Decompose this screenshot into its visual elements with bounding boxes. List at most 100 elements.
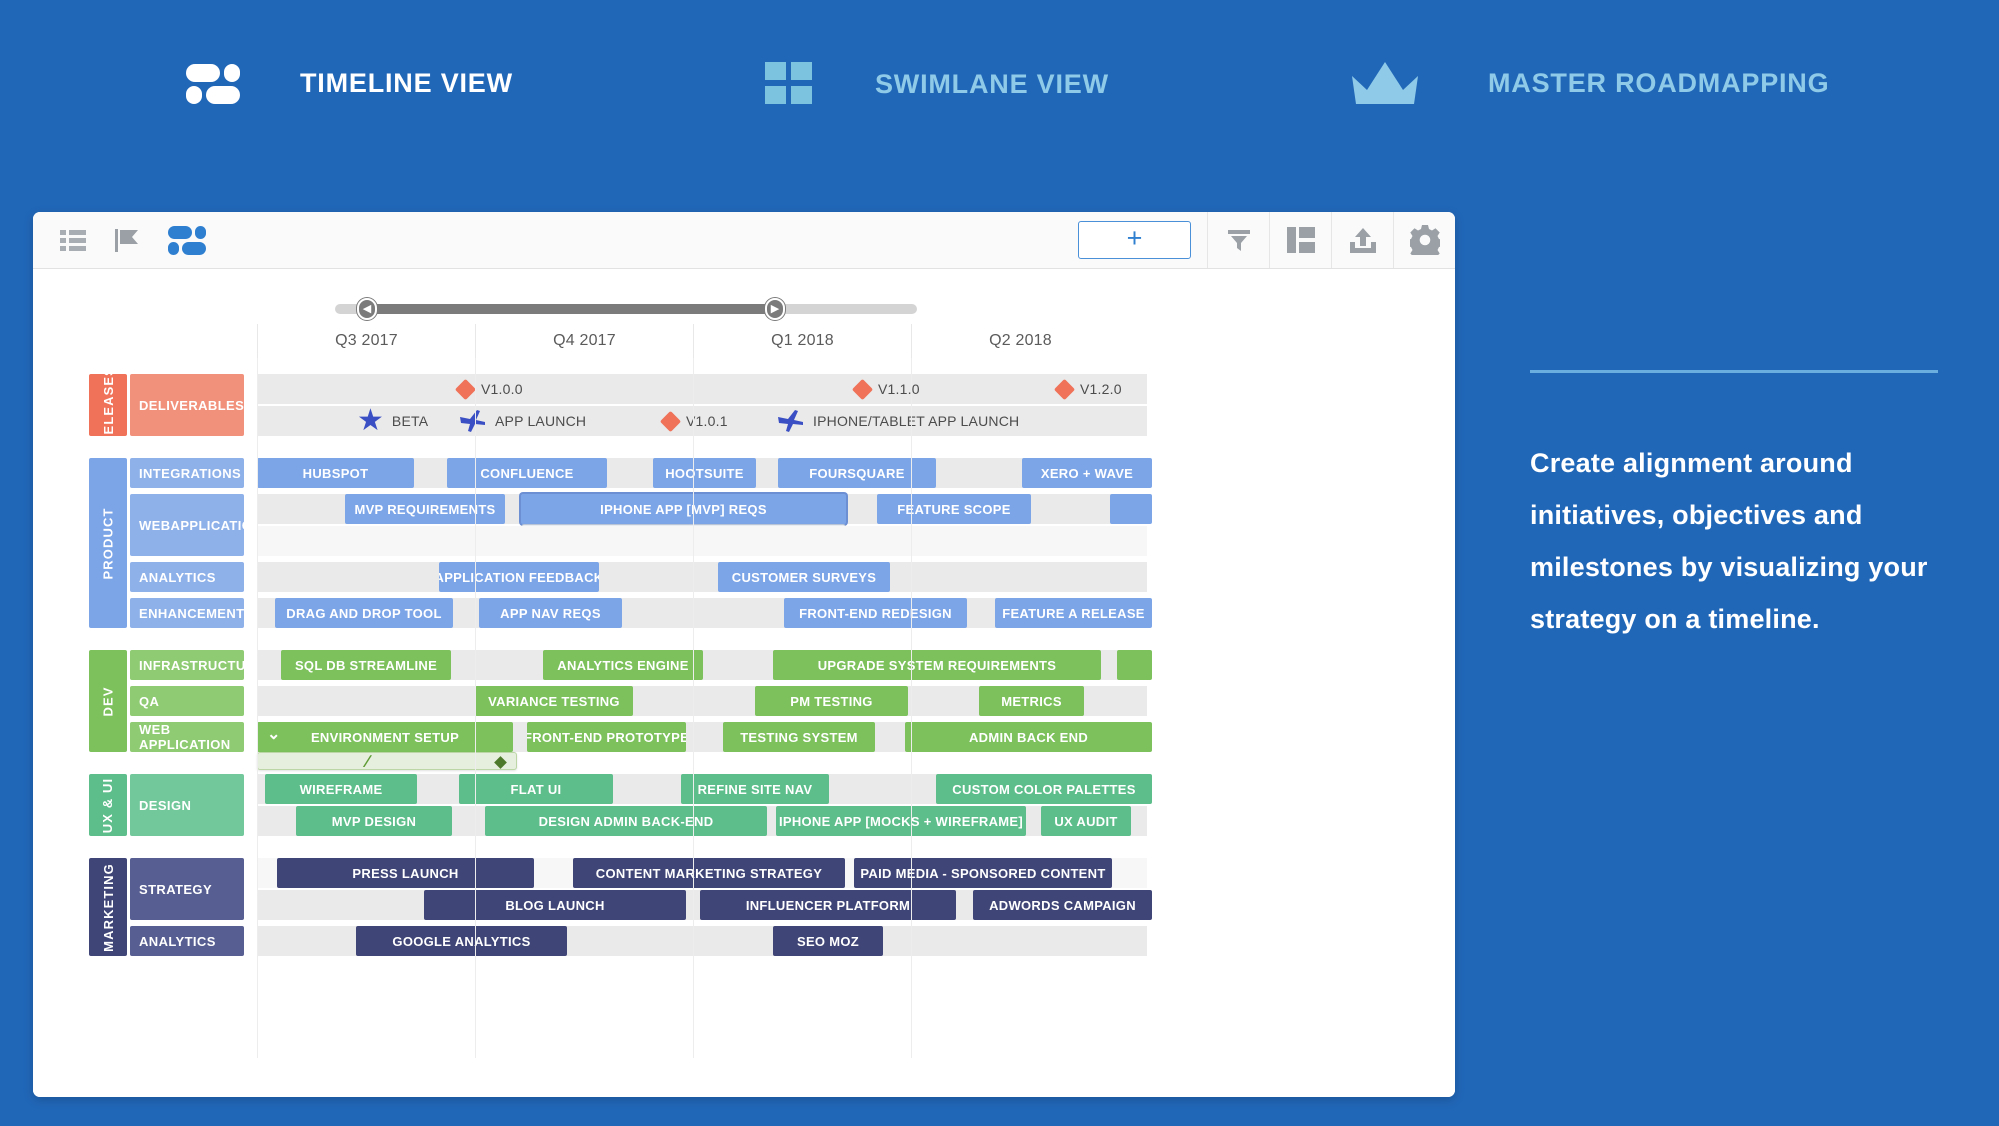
timeline-bar[interactable]: FRONT-END PROTOTYPE [527,722,686,752]
timeline-bar[interactable]: FRONT-END REDESIGN [784,598,967,628]
timeline-bar[interactable]: PM TESTING [755,686,908,716]
timeline-bar[interactable]: ANALYTICS ENGINE [543,650,703,680]
panel-body-text: Create alignment around initiatives, obj… [1530,448,1928,634]
milestone[interactable]: V1.0.0 [454,378,523,400]
timeline-bar[interactable]: FEATURE SCOPE [877,494,1031,524]
settings-button[interactable] [1393,212,1455,268]
timeline-bar[interactable]: SQL DB STREAMLINE [281,650,451,680]
group-tab-label: DEV [100,685,116,717]
bar-label: FRONT-END PROTOTYPE [527,729,686,745]
timeline-bar[interactable]: PRESS LAUNCH [277,858,534,888]
row-label[interactable]: DESIGN [130,774,244,836]
timeline-bar[interactable]: SEO MOZ [773,926,883,956]
timeline-range-slider[interactable]: ◀ ▶ [335,298,917,320]
add-button[interactable]: + [1078,221,1191,259]
row-label[interactable]: ANALYTICS [130,562,244,592]
export-icon [1349,227,1376,253]
nav-item-master-roadmapping[interactable]: MASTER ROADMAPPING [1350,60,1829,106]
timeline-bar[interactable]: BLOG LAUNCH [424,890,686,920]
timeline-bar[interactable]: HOOTSUITE [653,458,756,488]
timeline-bar[interactable]: ADMIN BACK END [905,722,1152,752]
milestone-diamond-icon [454,378,477,400]
timeline-bar[interactable]: IPHONE APP [MOCKS + WIREFRAME] [776,806,1026,836]
row-label[interactable]: WEB APPLICATION [130,494,262,556]
timeline-bar[interactable]: METRICS [979,686,1084,716]
group-tab-label: MARKETING [100,862,116,952]
group-tab[interactable]: PRODUCT [89,458,127,628]
timeline-bar[interactable]: UPGRADE SYSTEM REQUIREMENTS [773,650,1101,680]
timeline-bar[interactable]: CUSTOMER SURVEYS [718,562,890,592]
timeline-bar[interactable]: MVP REQUIREMENTS [345,494,505,524]
row-label-text: ENHANCEMENTS [139,605,254,621]
row-label[interactable]: INTEGRATIONS [130,458,244,488]
bar-label: IPHONE APP [MOCKS + WIREFRAME] [778,813,1024,829]
export-button[interactable] [1331,212,1393,268]
group-tab-label: RELEASES [100,365,116,445]
timeline-bar[interactable]: DESIGN ADMIN BACK-END [485,806,767,836]
timeline-bar[interactable]: CUSTOM COLOR PALETTES [936,774,1152,804]
quarter-label: Q3 2017 [257,324,475,358]
timeline-bar[interactable]: DRAG AND DROP TOOL [275,598,453,628]
timeline-bar[interactable]: VARIANCE TESTING [475,686,633,716]
milestone-label: V1.1.0 [878,381,920,397]
timeline-bar[interactable]: FOURSQUARE [778,458,936,488]
group-tab[interactable]: RELEASES [89,366,127,444]
milestone[interactable]: ★ BETA [357,406,428,436]
row-label[interactable]: INFRASTRUCTURE [130,650,264,680]
chevron-down-icon[interactable]: ⌄ [267,724,281,744]
slider-handle-left[interactable]: ◀ [357,298,377,320]
layout-button[interactable] [1269,212,1331,268]
timeline-bar[interactable]: MVP DESIGN [296,806,452,836]
row-label[interactable]: ENHANCEMENTS [130,598,253,628]
row-label[interactable]: QA [130,686,244,716]
lane-track [257,374,1147,404]
row-label[interactable]: STRATEGY [130,858,244,920]
nav-item-timeline-view[interactable]: TIMELINE VIEW [186,62,513,104]
timeline-bar[interactable]: FLAT UI [459,774,613,804]
timeline-bar[interactable]: PAID MEDIA - SPONSORED CONTENT [854,858,1112,888]
timeline-bar[interactable]: HUBSPOT [257,458,414,488]
timeline-bar[interactable]: APPLICATION FEEDBACK [439,562,599,592]
list-view-icon[interactable] [60,229,86,251]
timeline-bar[interactable] [1110,494,1152,524]
timeline-bar[interactable]: REFINE SITE NAV [681,774,829,804]
bar-label: GOOGLE ANALYTICS [392,933,531,949]
milestone[interactable]: V1.0.1 [659,410,728,432]
timeline-bar[interactable]: CONFLUENCE [447,458,607,488]
sub-milestone-diamond-icon[interactable] [494,756,507,769]
timeline-bar[interactable]: WIREFRAME [265,774,417,804]
sub-task-bar[interactable]: ∕ [257,752,517,771]
milestone[interactable]: V1.1.0 [851,378,920,400]
top-nav-header: TIMELINE VIEW SWIMLANE VIEW MASTER ROADM… [0,0,1999,170]
group-tab[interactable]: DEV [89,650,127,752]
timeline-bar[interactable]: ADWORDS CAMPAIGN [973,890,1152,920]
milestone[interactable]: V1.2.0 [1053,378,1122,400]
filter-button[interactable] [1207,212,1269,268]
timeline-bar[interactable]: IPHONE APP [MVP] REQS [521,494,846,524]
timeline-bar[interactable]: FEATURE A RELEASE [995,598,1152,628]
milestone[interactable]: APP LAUNCH [457,410,586,432]
bar-label: CONFLUENCE [480,465,574,481]
row-label[interactable]: DELIVERABLES [130,374,244,436]
slider-handle-right[interactable]: ▶ [765,298,785,320]
timeline-bar[interactable]: UX AUDIT [1041,806,1131,836]
progress-slash-icon: ∕ [366,752,369,771]
timeline-view-icon[interactable] [168,225,206,255]
row-label[interactable]: WEB APPLICATION [130,722,244,752]
timeline-bar[interactable] [1117,650,1152,680]
group-tab[interactable]: UX & UI [89,774,127,836]
timeline-bar[interactable]: INFLUENCER PLATFORM [700,890,956,920]
timeline-bar[interactable]: TESTING SYSTEM [723,722,875,752]
timeline-bar[interactable]: CONTENT MARKETING STRATEGY [573,858,845,888]
timeline-bar[interactable]: XERO + WAVE [1022,458,1152,488]
milestone-label: V1.2.0 [1080,381,1122,397]
bar-label: FEATURE SCOPE [897,501,1011,517]
row-label[interactable]: ANALYTICS [130,926,244,956]
timeline-bar[interactable]: GOOGLE ANALYTICS [356,926,567,956]
group-tab[interactable]: MARKETING [89,858,127,956]
quarter-label: Q2 2018 [911,324,1129,358]
timeline-bar[interactable]: APP NAV REQS [479,598,622,628]
flag-icon[interactable] [115,228,139,252]
milestone[interactable]: IPHONE/TABLET APP LAUNCH [775,410,1019,432]
nav-item-swimlane-view[interactable]: SWIMLANE VIEW [765,62,1109,106]
